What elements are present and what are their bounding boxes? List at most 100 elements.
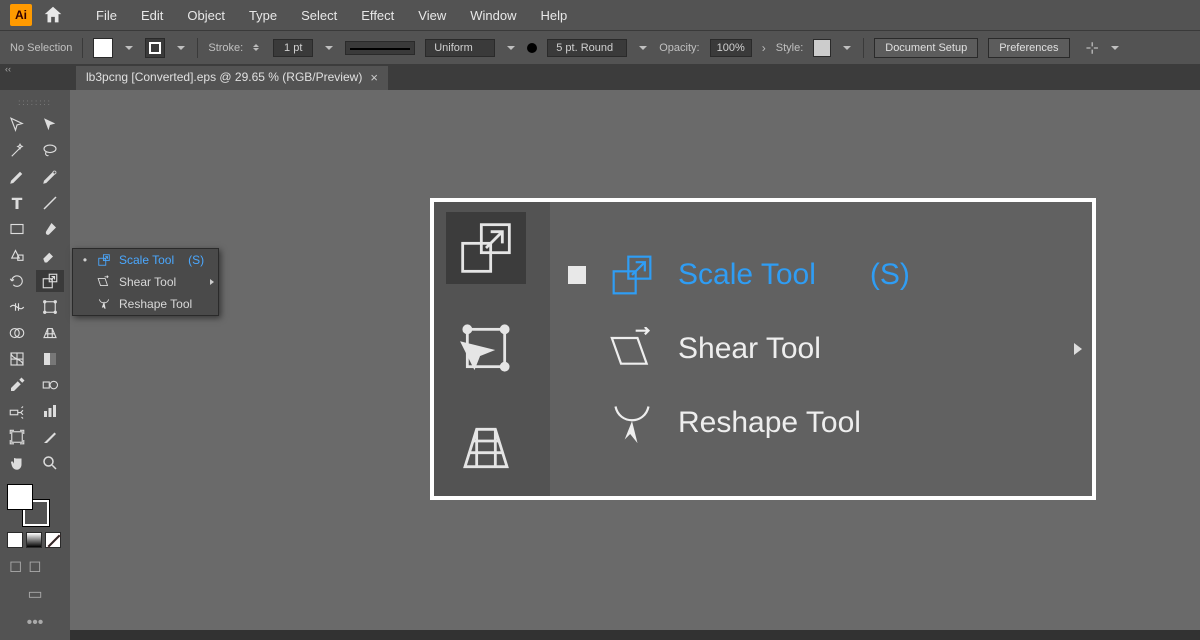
- artboard-tool[interactable]: [3, 426, 31, 448]
- stroke-stepper[interactable]: [253, 44, 259, 51]
- rectangle-tool[interactable]: [3, 218, 31, 240]
- scale-tool-flyout-enlarged: Scale Tool (S) Shear Tool Reshape Tool: [430, 198, 1096, 500]
- shaper-tool[interactable]: [3, 244, 31, 266]
- draw-normal-icon[interactable]: ◻: [9, 556, 22, 576]
- selection-tool[interactable]: [3, 114, 31, 136]
- paintbrush-tool[interactable]: [36, 218, 64, 240]
- perspective-icon: [458, 420, 514, 476]
- edit-toolbar-icon[interactable]: •••: [3, 610, 67, 632]
- scale-tool[interactable]: [36, 270, 64, 292]
- screen-mode-row[interactable]: ▭: [3, 582, 67, 606]
- brush-dot-icon: [527, 43, 537, 53]
- document-tab[interactable]: lb3pcng [Converted].eps @ 29.65 % (RGB/P…: [76, 66, 388, 90]
- free-transform-tool-large[interactable]: [446, 312, 526, 384]
- stroke-dropdown-icon[interactable]: [175, 42, 187, 54]
- stroke-profile-preview[interactable]: [345, 41, 415, 55]
- flyout-label: Shear Tool: [678, 332, 821, 366]
- flyout-item-shear-large[interactable]: Shear Tool: [568, 327, 1074, 371]
- menu-file[interactable]: File: [84, 8, 129, 23]
- flyout-item-scale-large[interactable]: Scale Tool (S): [568, 253, 1074, 297]
- zoom-tool[interactable]: [36, 452, 64, 474]
- column-graph-tool[interactable]: [36, 400, 64, 422]
- fill-swatch[interactable]: [93, 38, 113, 58]
- reshape-icon: [97, 297, 111, 311]
- menu-edit[interactable]: Edit: [129, 8, 175, 23]
- tools-grip-icon[interactable]: ::::::::: [3, 98, 67, 108]
- stroke-weight-dropdown-icon[interactable]: [323, 42, 335, 54]
- menu-help[interactable]: Help: [528, 8, 579, 23]
- pen-tool[interactable]: [3, 166, 31, 188]
- flyout-item-reshape-large[interactable]: Reshape Tool: [568, 401, 1074, 445]
- preferences-button[interactable]: Preferences: [988, 38, 1069, 58]
- menu-type[interactable]: Type: [237, 8, 289, 23]
- shape-builder-tool[interactable]: [3, 322, 31, 344]
- brush-dropdown-icon[interactable]: [637, 42, 649, 54]
- close-tab-icon[interactable]: ×: [370, 70, 378, 85]
- align-dropdown-icon[interactable]: [1109, 42, 1121, 54]
- scale-tool-flyout: • Scale Tool (S) Shear Tool Reshape Tool: [72, 248, 219, 316]
- flyout-item-shear[interactable]: Shear Tool: [73, 271, 218, 293]
- home-icon[interactable]: [42, 4, 64, 26]
- style-dropdown-icon[interactable]: [841, 42, 853, 54]
- menu-object[interactable]: Object: [175, 8, 237, 23]
- stroke-weight-input[interactable]: 1 pt: [273, 39, 313, 57]
- menu-select[interactable]: Select: [289, 8, 349, 23]
- brush-select[interactable]: 5 pt. Round: [547, 39, 627, 57]
- submenu-arrow-icon: [1074, 343, 1082, 355]
- menu-window[interactable]: Window: [458, 8, 528, 23]
- slice-tool[interactable]: [36, 426, 64, 448]
- reshape-icon: [610, 401, 654, 445]
- color-mode-none[interactable]: [45, 532, 61, 548]
- flyout-item-reshape[interactable]: Reshape Tool: [73, 293, 218, 315]
- opacity-input[interactable]: 100%: [710, 39, 752, 57]
- style-swatch[interactable]: [813, 39, 831, 57]
- draw-behind-icon[interactable]: ◻: [28, 556, 41, 576]
- color-mode-solid[interactable]: [7, 532, 23, 548]
- separator: [863, 38, 864, 58]
- eraser-tool[interactable]: [36, 244, 64, 266]
- opacity-expand-icon[interactable]: ›: [762, 41, 766, 55]
- align-icon[interactable]: ⊹: [1086, 38, 1099, 58]
- blend-tool[interactable]: [36, 374, 64, 396]
- magic-wand-tool[interactable]: [3, 140, 31, 162]
- current-tool-marker-icon: [568, 266, 586, 284]
- mesh-tool[interactable]: [3, 348, 31, 370]
- menu-view[interactable]: View: [406, 8, 458, 23]
- lasso-tool[interactable]: [36, 140, 64, 162]
- scale-icon: [458, 220, 514, 276]
- direct-selection-tool[interactable]: [36, 114, 64, 136]
- flyout-item-scale[interactable]: • Scale Tool (S): [73, 249, 218, 271]
- perspective-tool-large[interactable]: [446, 412, 526, 484]
- menu-effect[interactable]: Effect: [349, 8, 406, 23]
- perspective-tool[interactable]: [36, 322, 64, 344]
- fill-dropdown-icon[interactable]: [123, 42, 135, 54]
- scale-tool-large[interactable]: [446, 212, 526, 284]
- free-transform-icon: [458, 320, 514, 376]
- profile-dropdown-icon[interactable]: [505, 42, 517, 54]
- scale-icon: [97, 253, 111, 267]
- fill-stroke-control[interactable]: [3, 478, 67, 526]
- current-tool-marker-icon: •: [81, 253, 89, 267]
- panel-collapse-icon[interactable]: ‹‹: [0, 64, 16, 74]
- hand-tool[interactable]: [3, 452, 31, 474]
- flyout-shortcut: (S): [870, 258, 910, 292]
- app-logo-icon: Ai: [10, 4, 32, 26]
- flyout-label: Scale Tool: [119, 253, 174, 267]
- type-tool[interactable]: [3, 192, 31, 214]
- free-transform-tool[interactable]: [36, 296, 64, 318]
- color-mode-row: [3, 530, 67, 550]
- fill-color-icon[interactable]: [7, 484, 33, 510]
- document-setup-button[interactable]: Document Setup: [874, 38, 978, 58]
- rotate-tool[interactable]: [3, 270, 31, 292]
- stroke-swatch[interactable]: [145, 38, 165, 58]
- gradient-tool[interactable]: [36, 348, 64, 370]
- line-tool[interactable]: [36, 192, 64, 214]
- eyedropper-tool[interactable]: [3, 374, 31, 396]
- curvature-tool[interactable]: [36, 166, 64, 188]
- flyout-label: Scale Tool: [678, 258, 816, 292]
- color-mode-gradient[interactable]: [26, 532, 42, 548]
- symbol-sprayer-tool[interactable]: [3, 400, 31, 422]
- width-tool[interactable]: [3, 296, 31, 318]
- stroke-profile-select[interactable]: Uniform: [425, 39, 495, 57]
- tools-panel: :::::::: ◻ ◻ ▭ •••: [0, 90, 70, 640]
